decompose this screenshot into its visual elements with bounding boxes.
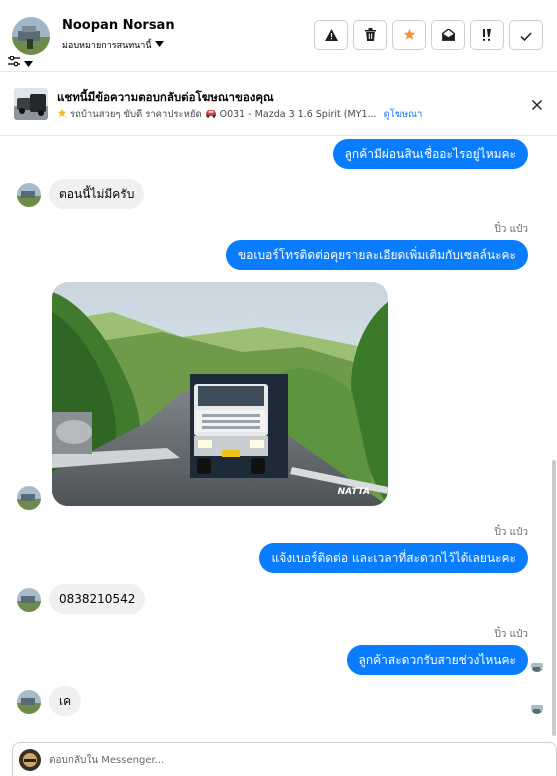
ad-banner-title: แชทนี้มีข้อความตอบกลับต่อโฆษณาของคุณ <box>57 90 274 104</box>
label-filter-dropdown[interactable] <box>8 52 33 71</box>
sender-name: ปิ๋ว แป๋ว <box>494 224 528 235</box>
mark-unread-button[interactable] <box>431 20 465 50</box>
star-icon <box>403 26 416 45</box>
contact-avatar-small[interactable] <box>17 588 41 612</box>
priority-icon <box>481 26 493 45</box>
assign-conversation-dropdown[interactable]: มอบหมายการสนทนานี้ <box>62 38 164 52</box>
sender-name: ปิ๋ว แป๋ว <box>494 629 528 640</box>
ad-thumbnail[interactable] <box>14 88 48 120</box>
ad-description: รถบ้านสวยๆ ขับดี ราคาประหยัด <box>70 109 202 120</box>
chevron-down-icon <box>24 52 33 71</box>
star-button[interactable] <box>392 20 426 50</box>
incoming-message[interactable]: เค <box>49 686 82 716</box>
contact-avatar-small[interactable] <box>17 486 41 510</box>
incoming-message[interactable]: ตอนนี้ไม่มีครับ <box>49 179 145 209</box>
view-ad-link[interactable]: ดูโฆษณา <box>384 107 423 122</box>
contact-avatar[interactable] <box>12 17 50 55</box>
mark-unread-icon <box>440 26 456 45</box>
follow-up-button[interactable] <box>470 20 504 50</box>
image-message[interactable]: NATTA <box>52 282 388 506</box>
outgoing-message[interactable]: ลูกค้าสะดวกรับสายช่วงไหนคะ <box>346 645 528 675</box>
page-avatar <box>19 749 41 771</box>
sliders-icon <box>8 52 20 71</box>
ad-car-name: O031 - Mazda 3 1.6 Spirit (MY1... <box>219 109 377 120</box>
ad-banner-subtitle: รถบ้านสวยๆ ขับดี ราคาประหยัด O031 - Mazd… <box>57 107 422 122</box>
check-icon <box>520 26 532 45</box>
ad-reply-banner: แชทนี้มีข้อความตอบกลับต่อโฆษณาของคุณ รถบ… <box>0 72 557 136</box>
chevron-down-icon <box>154 40 164 50</box>
seen-receipt-avatar <box>531 702 543 714</box>
message-composer <box>12 742 557 776</box>
contact-name[interactable]: Noopan Norsan <box>62 18 175 33</box>
photo-watermark: NATTA <box>338 487 370 497</box>
trash-icon <box>364 26 376 45</box>
outgoing-message[interactable]: แจ้งเบอร์ติดต่อ และเวลาที่สะดวกไว้ได้เลย… <box>259 543 528 573</box>
car-emoji-icon <box>205 109 217 121</box>
outgoing-message[interactable]: ขอเบอร์โทรติดต่อคุยรายละเอียดเพิ่มเติมกั… <box>225 240 528 270</box>
report-spam-button[interactable] <box>314 20 348 50</box>
incoming-message[interactable]: 0838210542 <box>49 584 146 614</box>
sender-name: ปิ๋ว แป๋ว <box>494 527 528 538</box>
outgoing-message[interactable]: ลูกค้ามีผ่อนสินเชื่ออะไรอยู่ไหมคะ <box>332 139 528 169</box>
close-banner-button[interactable] <box>529 96 545 112</box>
contact-avatar-small[interactable] <box>17 183 41 207</box>
seen-receipt-avatar <box>531 660 543 672</box>
delete-button[interactable] <box>353 20 387 50</box>
star-emoji-icon <box>57 108 67 121</box>
assign-conversation-label: มอบหมายการสนทนานี้ <box>62 41 152 51</box>
scrollbar-thumb[interactable] <box>552 460 556 736</box>
close-icon <box>532 95 542 114</box>
conversation-header: Noopan Norsan มอบหมายการสนทนานี้ <box>0 0 557 72</box>
mark-done-button[interactable] <box>509 20 543 50</box>
contact-avatar-small[interactable] <box>17 690 41 714</box>
conversation-toolbar <box>314 20 543 50</box>
warning-icon <box>324 26 338 45</box>
reply-input[interactable] <box>49 750 529 770</box>
